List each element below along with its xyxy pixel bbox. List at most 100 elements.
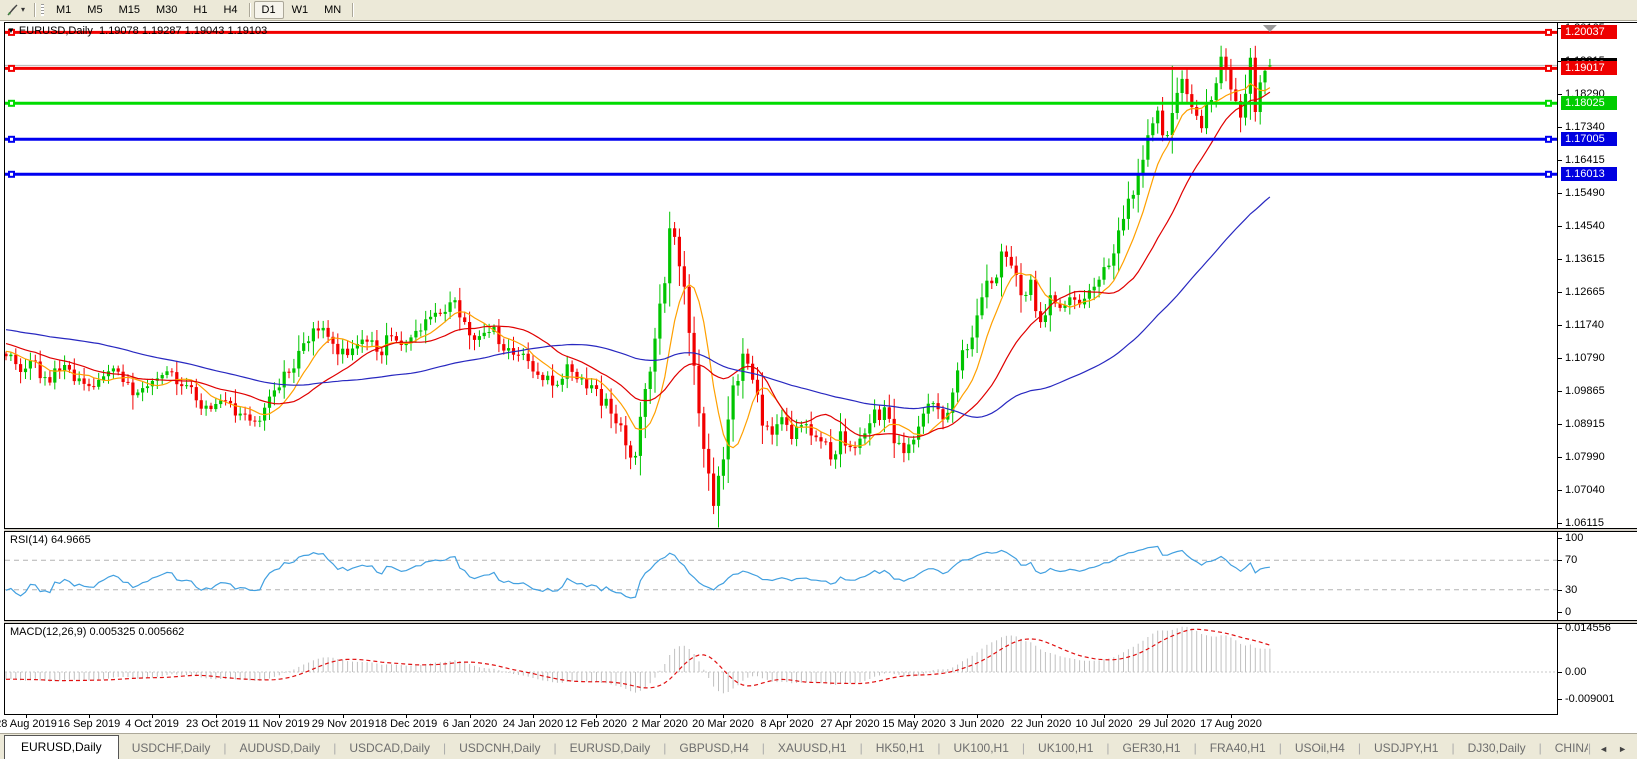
macd-label: MACD(12,26,9) 0.005325 0.005662: [10, 626, 184, 638]
date-tick-label: 2 Mar 2020: [632, 718, 688, 730]
price-tick-mark: [1558, 424, 1562, 425]
tab-XAUUSD-H1-7[interactable]: XAUUSD,H1: [765, 737, 860, 759]
moving-average-21[interactable]: [5, 91, 1271, 438]
timeframe-button-M1[interactable]: M1: [48, 1, 79, 19]
tab-EURUSD-Daily-0[interactable]: EURUSD,Daily: [4, 735, 119, 759]
price-tick-label: 1.08915: [1565, 418, 1605, 430]
timeframe-button-H1[interactable]: H1: [185, 1, 215, 19]
price-tick-mark: [1558, 127, 1562, 128]
price-tick-mark: [1558, 457, 1562, 458]
date-tick-label: 29 Jul 2020: [1138, 718, 1196, 730]
draw-tool-button[interactable]: ▾: [0, 2, 31, 18]
timeframe-button-M30[interactable]: M30: [148, 1, 185, 19]
price-tick-mark: [1558, 325, 1562, 326]
toolbar-separator: [34, 3, 37, 17]
rsi-value: 64.9665: [50, 534, 91, 546]
tabs-scroll-right-button[interactable]: ►: [1618, 744, 1627, 754]
tab-HK50-H1-8[interactable]: HK50,H1: [863, 737, 938, 759]
price-tick-label: 1.07990: [1565, 451, 1605, 463]
chart-ohlc-quote: 1.19078 1.19287 1.19043 1.19103: [99, 25, 268, 37]
tab-USDCNH-Daily-4[interactable]: USDCNH,Daily: [446, 737, 553, 759]
timeframe-button-D1[interactable]: D1: [253, 1, 284, 19]
tab-EURUSD-Daily-5[interactable]: EURUSD,Daily: [557, 737, 664, 759]
timeframe-buttons: M1 M5 M15 M30 H1 H4 D1 W1 MN: [48, 1, 357, 19]
dropdown-arrow-icon: ▾: [21, 5, 26, 14]
date-tick-label: 10 Jul 2020: [1075, 718, 1133, 730]
toolbar-separator: [352, 3, 355, 17]
macd-panel[interactable]: [5, 624, 1557, 714]
price-line-badge: 1.18025: [1561, 96, 1617, 110]
tab-USDCAD-Daily-3[interactable]: USDCAD,Daily: [336, 737, 443, 759]
horizontal-line-1.18025[interactable]: [5, 99, 1557, 107]
timeframe-button-MN[interactable]: MN: [316, 1, 349, 19]
price-tick-label: 1.16415: [1565, 154, 1605, 166]
price-tick-mark: [1558, 193, 1562, 194]
timeframe-button-M15[interactable]: M15: [111, 1, 148, 19]
price-line-badge: 1.17005: [1561, 132, 1617, 146]
price-line-badge: 1.20037: [1561, 25, 1617, 39]
price-line-badge: 1.19017: [1561, 61, 1617, 75]
tab-GER30-H1-11[interactable]: GER30,H1: [1110, 737, 1194, 759]
tab-USDCHF-Daily-1[interactable]: USDCHF,Daily: [119, 737, 224, 759]
price-tick-label: 1.11740: [1565, 319, 1604, 331]
price-tick-label: 1.13615: [1565, 253, 1605, 265]
tab-UK100-H1-10[interactable]: UK100,H1: [1025, 737, 1106, 759]
price-tick-mark: [1558, 292, 1562, 293]
macd-tick-mark: [1558, 672, 1562, 673]
timeframe-button-M5[interactable]: M5: [79, 1, 110, 19]
macd-tick-label: 0.014556: [1565, 622, 1611, 634]
moving-average-60[interactable]: [5, 196, 1271, 419]
chart-tabs-bar: EURUSD,Daily USDCHF,Daily | AUDUSD,Daily | US…: [0, 733, 1637, 759]
tab-DJ30-Daily-15[interactable]: DJ30,Daily: [1455, 737, 1539, 759]
toolbar: ▾ M1 M5 M15 M30 H1 H4 D1 W1 MN: [0, 0, 1637, 21]
tab-USDJPY-H1-14[interactable]: USDJPY,H1: [1361, 737, 1451, 759]
horizontal-line-1.16013[interactable]: [5, 170, 1557, 178]
tab-UK100-H1-9[interactable]: UK100,H1: [941, 737, 1022, 759]
horizontal-line-1.17005[interactable]: [5, 135, 1557, 143]
macd-values: 0.005325 0.005662: [89, 626, 185, 638]
date-tick-label: 6 Jan 2020: [442, 718, 498, 730]
tabs-scroll-left-button[interactable]: ◄: [1599, 744, 1608, 754]
timeframe-button-W1[interactable]: W1: [284, 1, 317, 19]
date-tick-label: 4 Oct 2019: [125, 718, 179, 730]
rsi-tick-label: 70: [1565, 554, 1578, 566]
tab-USOil-H4-13[interactable]: USOil,H4: [1282, 737, 1358, 759]
toolbar-grip[interactable]: [41, 4, 45, 16]
price-tick-mark: [1558, 523, 1562, 524]
timeframe-button-H4[interactable]: H4: [215, 1, 245, 19]
date-tick-label: 15 May 2020: [882, 718, 946, 730]
macd-tick-label: -0.009001: [1565, 693, 1615, 705]
date-axis[interactable]: 28 Aug 2019 16 Sep 2019 4 Oct 2019 23 Oct 2…: [0, 714, 1557, 733]
price-tick-label: 1.09865: [1565, 385, 1605, 397]
date-tick-label: 11 Nov 2019: [248, 718, 310, 730]
price-tick-mark: [1558, 259, 1562, 260]
tab-AUDUSD-Daily-2[interactable]: AUDUSD,Daily: [227, 737, 334, 759]
main-price-panel[interactable]: [5, 23, 1557, 528]
price-axis[interactable]: 1.201651.192151.182901.173401.164151.154…: [1558, 22, 1637, 714]
chart-tabs: EURUSD,Daily USDCHF,Daily | AUDUSD,Daily | US…: [0, 735, 1588, 759]
price-tick-mark: [1558, 490, 1562, 491]
rsi-tick-mark: [1558, 612, 1562, 613]
price-line-badge: 1.16013: [1561, 167, 1617, 181]
date-tick-label: 27 Apr 2020: [820, 718, 880, 730]
price-tick-mark: [1558, 94, 1562, 95]
tab-FRA40-H1-12[interactable]: FRA40,H1: [1197, 737, 1279, 759]
pencil-cursor-icon: [7, 4, 18, 15]
price-tick-mark: [1558, 226, 1562, 227]
price-tick-label: 1.12665: [1565, 286, 1605, 298]
rsi-tick-label: 30: [1565, 584, 1578, 596]
tab-CHINA300-H1-16[interactable]: CHINA300,H1: [1542, 737, 1588, 759]
rsi-name: RSI(14): [10, 534, 48, 546]
price-tick-label: 1.07040: [1565, 484, 1605, 496]
price-tick-mark: [1558, 160, 1562, 161]
price-tick-label: 1.10790: [1565, 352, 1605, 364]
chart-menu-arrow-icon[interactable]: ▼: [7, 26, 15, 35]
horizontal-line-1.19017[interactable]: [5, 64, 1557, 72]
rsi-tick-mark: [1558, 590, 1562, 591]
date-tick-label: 17 Aug 2020: [1200, 718, 1262, 730]
toolbar-separator: [248, 3, 251, 17]
rsi-tick-label: 100: [1565, 532, 1584, 544]
price-tick-mark: [1558, 391, 1562, 392]
rsi-panel[interactable]: [5, 532, 1557, 620]
tab-GBPUSD-H4-6[interactable]: GBPUSD,H4: [666, 737, 761, 759]
